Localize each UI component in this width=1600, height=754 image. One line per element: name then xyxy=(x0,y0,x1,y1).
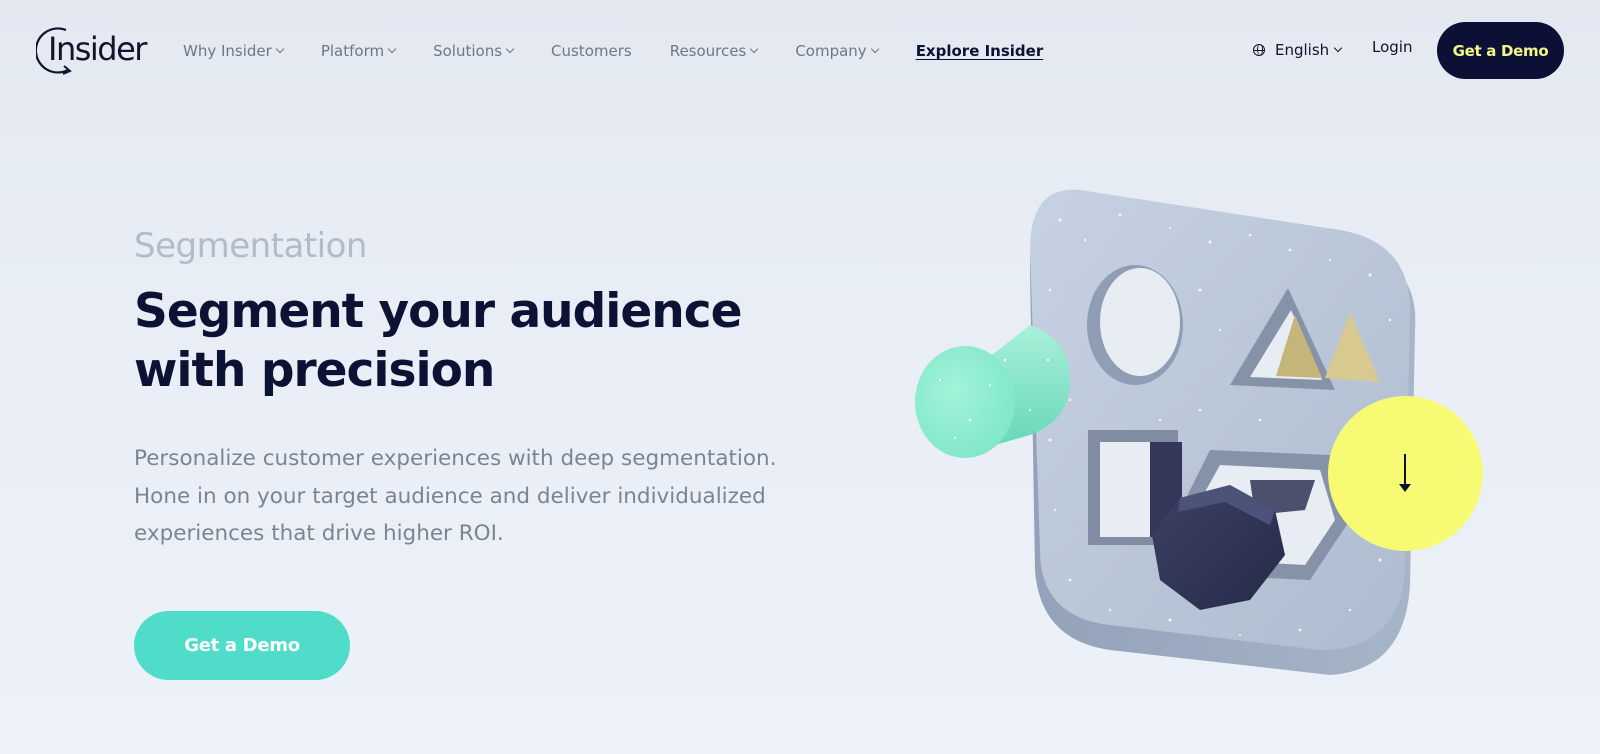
nav-why-insider-label: Why Insider xyxy=(183,42,272,60)
nav-resources[interactable]: Resources xyxy=(669,42,759,60)
nav-solutions-label: Solutions xyxy=(433,42,503,60)
arrow-down-icon xyxy=(1399,454,1411,492)
language-selector[interactable]: English xyxy=(1253,38,1343,62)
nav-customers[interactable]: Customers xyxy=(551,42,632,60)
site-header: Insider Why Insider Platform Solutions C… xyxy=(0,0,1600,102)
nav-company[interactable]: Company xyxy=(795,42,879,60)
hero-headline-line1: Segment your audience xyxy=(134,284,742,339)
globe-icon xyxy=(1253,44,1265,56)
nav-why-insider[interactable]: Why Insider xyxy=(183,42,285,60)
get-demo-hero-button[interactable]: Get a Demo xyxy=(134,611,350,680)
nav-platform-label: Platform xyxy=(320,42,385,60)
logo-wordmark: Insider xyxy=(48,30,147,68)
hero-description: Personalize customer experiences with de… xyxy=(134,446,777,546)
hero-eyebrow: Segmentation xyxy=(134,226,367,266)
get-demo-header-button[interactable]: Get a Demo xyxy=(1437,22,1564,79)
chevron-down-icon xyxy=(505,44,515,54)
chevron-down-icon xyxy=(870,44,879,54)
chevron-down-icon xyxy=(750,44,759,54)
nav-explore-insider[interactable]: Explore Insider xyxy=(916,42,1044,60)
nav-customers-label: Customers xyxy=(551,42,632,60)
scroll-down-button[interactable] xyxy=(1328,396,1483,551)
main-nav: Why Insider Platform Solutions Customers… xyxy=(183,38,1081,64)
chevron-down-icon xyxy=(1333,43,1343,53)
nav-explore-insider-label: Explore Insider xyxy=(915,42,1044,60)
nav-company-label: Company xyxy=(795,42,867,60)
login-link[interactable]: Login xyxy=(1372,38,1412,56)
chevron-down-icon xyxy=(387,44,397,54)
nav-solutions[interactable]: Solutions xyxy=(433,42,515,60)
hero-headline-line2: with precision xyxy=(134,343,495,398)
language-label: English xyxy=(1275,41,1330,59)
nav-platform[interactable]: Platform xyxy=(320,42,397,60)
chevron-down-icon xyxy=(275,44,285,54)
insider-logo[interactable]: Insider xyxy=(36,24,152,78)
cylinder-cap xyxy=(915,346,1015,458)
nav-resources-label: Resources xyxy=(669,42,747,60)
hero-headline: Segment your audience with precision xyxy=(134,282,754,400)
